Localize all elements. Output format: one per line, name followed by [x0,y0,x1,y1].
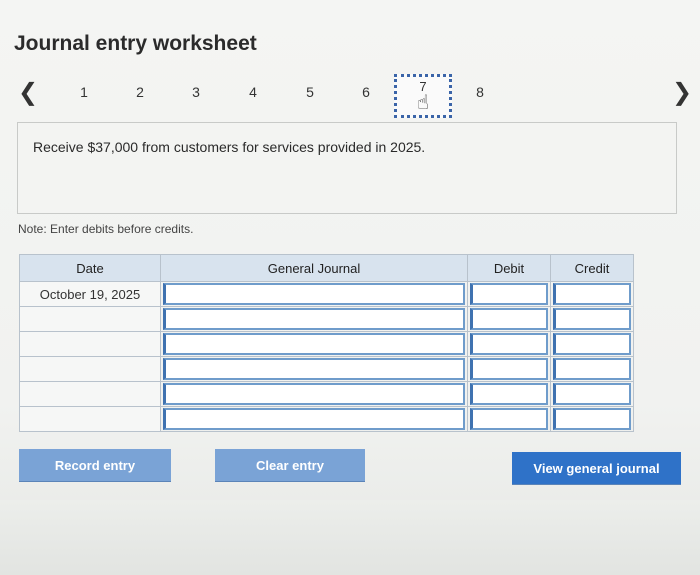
debit-input[interactable] [470,358,548,380]
table-header-row: Date General Journal Debit Credit [19,254,634,282]
record-entry-button[interactable]: Record entry [19,449,171,481]
account-input[interactable] [163,283,465,305]
account-input[interactable] [163,408,465,430]
chevron-right-icon[interactable]: ❯ [672,78,692,106]
account-input[interactable] [163,333,465,355]
step-7-active[interactable]: 7 ☝ [394,74,452,118]
step-3[interactable]: 3 [186,84,206,100]
date-cell [19,356,161,382]
table-row [19,331,634,357]
debit-input[interactable] [470,408,548,430]
credit-header: Credit [550,254,634,282]
date-header: Date [19,254,161,282]
instruction-note: Note: Enter debits before credits. [18,222,194,236]
step-navigation: ❮ 1 2 3 4 5 6 7 ☝ 8 ❯ [0,72,700,122]
credit-input[interactable] [553,408,631,430]
table-row [19,381,634,407]
bottom-area [0,500,700,575]
table-row [19,406,634,432]
step-4[interactable]: 4 [243,84,263,100]
step-6[interactable]: 6 [356,84,376,100]
transaction-description-box: Receive $37,000 from customers for servi… [17,122,677,214]
debit-input[interactable] [470,383,548,405]
step-5[interactable]: 5 [300,84,320,100]
debit-input[interactable] [470,308,548,330]
clear-entry-button[interactable]: Clear entry [215,449,365,481]
debit-header: Debit [467,254,551,282]
table-row [19,306,634,332]
step-2[interactable]: 2 [130,84,150,100]
transaction-description: Receive $37,000 from customers for servi… [33,139,426,155]
view-general-journal-button[interactable]: View general journal [512,452,681,484]
page-title: Journal entry worksheet [14,32,257,55]
table-row: October 19, 2025 [19,281,634,307]
credit-input[interactable] [553,333,631,355]
step-8[interactable]: 8 [470,84,490,100]
step-1[interactable]: 1 [74,84,94,100]
credit-input[interactable] [553,358,631,380]
credit-input[interactable] [553,308,631,330]
date-cell [19,331,161,357]
account-input[interactable] [163,308,465,330]
general-journal-header: General Journal [160,254,468,282]
chevron-left-icon[interactable]: ❮ [18,78,38,106]
date-cell [19,306,161,332]
credit-input[interactable] [553,383,631,405]
account-input[interactable] [163,383,465,405]
date-cell: October 19, 2025 [19,281,161,307]
debit-input[interactable] [470,283,548,305]
account-input[interactable] [163,358,465,380]
journal-entry-table: Date General Journal Debit Credit Octobe… [19,254,634,432]
debit-input[interactable] [470,333,548,355]
date-cell [19,406,161,432]
pointer-hand-icon: ☝ [416,92,430,114]
date-cell [19,381,161,407]
table-row [19,356,634,382]
journal-worksheet-page: Journal entry worksheet ❮ 1 2 3 4 5 6 7 … [0,0,700,575]
credit-input[interactable] [553,283,631,305]
